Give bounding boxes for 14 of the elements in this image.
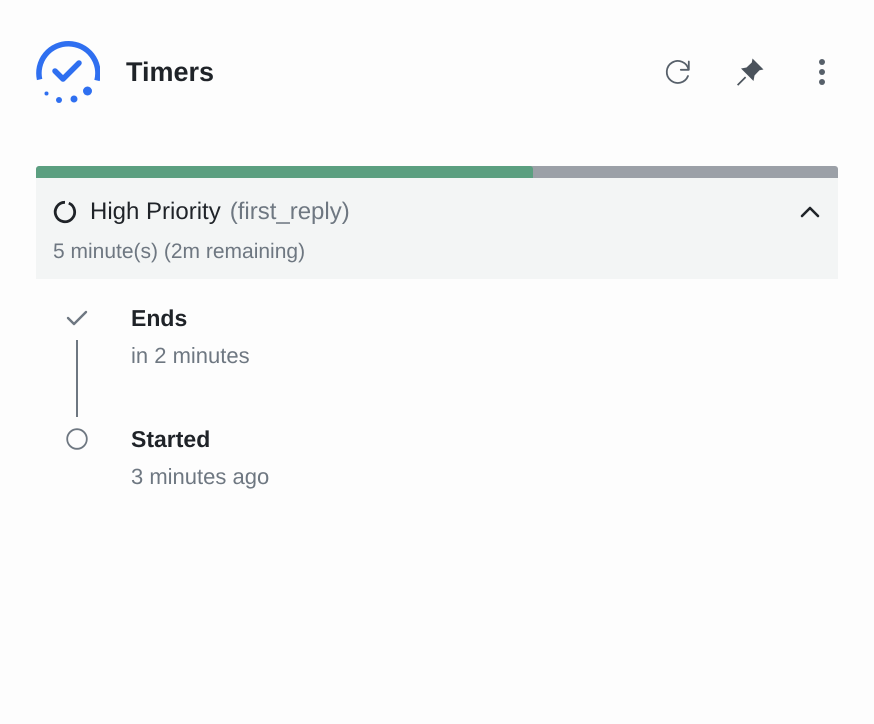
event-time: 3 minutes ago <box>131 463 270 491</box>
timer-key: (first_reply) <box>230 198 350 226</box>
circle-icon <box>66 428 88 450</box>
check-icon <box>66 310 88 326</box>
timer-name: High Priority <box>90 198 221 226</box>
timer-duration: 5 minute(s) (2m remaining) <box>53 239 306 265</box>
event-label: Started <box>131 425 212 454</box>
app-title: Timers <box>126 56 216 88</box>
refresh-icon <box>664 58 692 86</box>
more-icon <box>818 58 826 86</box>
event-label: Ends <box>131 304 188 333</box>
logo-icon <box>36 40 100 104</box>
spinner-icon <box>53 200 77 224</box>
event-time: in 2 minutes <box>131 342 250 370</box>
